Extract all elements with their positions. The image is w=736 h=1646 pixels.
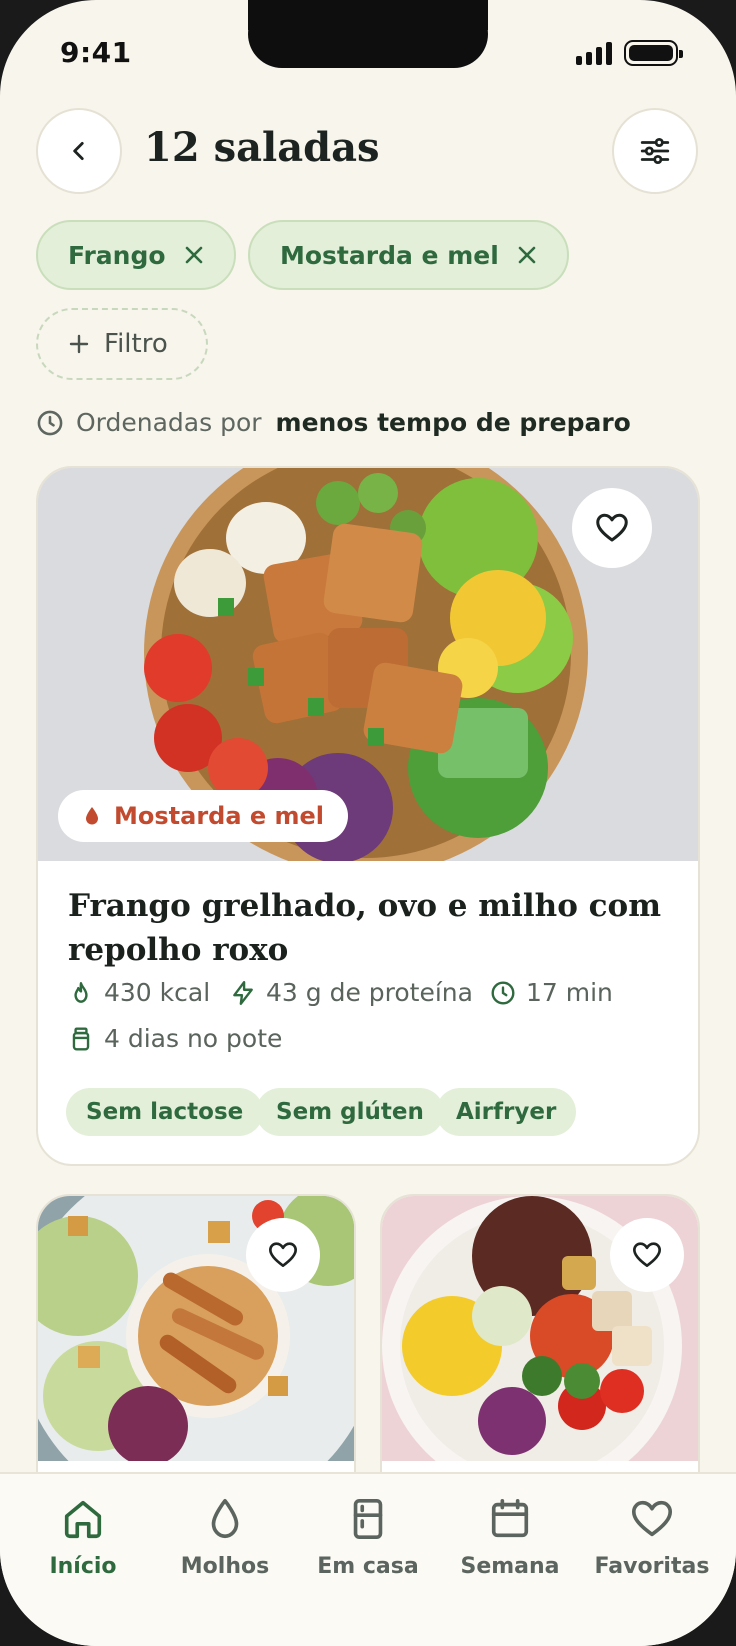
sliders-icon bbox=[640, 137, 670, 165]
heart-icon bbox=[596, 513, 628, 542]
bottom-tab-bar: Início Molhos Em casa Semana Favoritas bbox=[0, 1472, 736, 1646]
calories-value: 430 kcal bbox=[104, 978, 211, 1007]
recipe-title: Frango grelhado, ovo e milho com repolho… bbox=[68, 888, 662, 968]
tab-molhos[interactable]: Molhos bbox=[155, 1496, 295, 1579]
filter-chip-mostarda-e-mel[interactable]: Mostarda e mel bbox=[248, 220, 569, 290]
drop-icon bbox=[86, 807, 98, 825]
chevron-left-icon bbox=[73, 142, 84, 160]
recipe-card[interactable] bbox=[380, 1194, 700, 1494]
tab-em-casa[interactable]: Em casa bbox=[298, 1496, 438, 1579]
filter-chip-label: Frango bbox=[68, 240, 166, 270]
favorite-button[interactable] bbox=[572, 488, 652, 568]
recipe-card-featured[interactable]: Mostarda e mel Frango grelhado, ovo e mi… bbox=[36, 466, 700, 1166]
close-icon[interactable] bbox=[517, 245, 537, 265]
clock-icon bbox=[37, 410, 63, 435]
home-icon bbox=[64, 1500, 102, 1539]
tag-sem-gluten[interactable]: Sem glúten bbox=[256, 1088, 444, 1136]
fridge-icon bbox=[353, 1498, 383, 1540]
favorite-button[interactable] bbox=[610, 1218, 684, 1292]
drop-icon bbox=[211, 1498, 239, 1539]
tab-label: Favoritas bbox=[594, 1554, 710, 1579]
filter-chip-frango[interactable]: Frango bbox=[36, 220, 236, 290]
sort-prefix: Ordenadas por bbox=[76, 408, 262, 437]
dynamic-island bbox=[248, 0, 488, 68]
add-filter-label: Filtro bbox=[104, 329, 168, 359]
close-icon[interactable] bbox=[184, 245, 204, 265]
protein-meta: 43 g de proteína bbox=[230, 978, 473, 1007]
shelf-life-meta: 4 dias no pote bbox=[68, 1024, 282, 1053]
sort-value: menos tempo de preparo bbox=[275, 408, 631, 437]
sauce-badge-label: Mostarda e mel bbox=[114, 802, 325, 830]
tag-sem-lactose[interactable]: Sem lactose bbox=[66, 1088, 264, 1136]
tab-favoritas[interactable]: Favoritas bbox=[582, 1496, 722, 1579]
sort-indicator[interactable]: Ordenadas por menos tempo de preparo bbox=[36, 408, 631, 437]
page-title: 12 saladas bbox=[144, 124, 380, 171]
tag-airfryer[interactable]: Airfryer bbox=[436, 1088, 577, 1136]
time-value: 17 min bbox=[526, 978, 613, 1007]
tab-label: Semana bbox=[460, 1554, 560, 1579]
heart-icon bbox=[633, 1242, 661, 1267]
settings-filter-button[interactable] bbox=[612, 108, 698, 194]
tab-label: Início bbox=[49, 1554, 117, 1579]
plus-icon bbox=[69, 334, 89, 354]
recipe-card[interactable] bbox=[36, 1194, 356, 1494]
battery-icon bbox=[624, 40, 683, 66]
tab-semana[interactable]: Semana bbox=[440, 1496, 580, 1579]
add-filter-button[interactable]: Filtro bbox=[36, 308, 208, 380]
filter-chip-label: Mostarda e mel bbox=[280, 240, 499, 270]
signal-icon bbox=[576, 41, 612, 65]
tab-label: Molhos bbox=[180, 1554, 270, 1579]
tab-label: Em casa bbox=[317, 1554, 419, 1579]
sauce-badge: Mostarda e mel bbox=[58, 790, 349, 842]
protein-value: 43 g de proteína bbox=[266, 978, 473, 1007]
status-icons bbox=[576, 40, 683, 66]
time-meta: 17 min bbox=[490, 978, 613, 1007]
status-time: 9:41 bbox=[60, 36, 132, 69]
phone-screen: 9:41 12 saladas Frango Mostarda e mel Fi… bbox=[0, 0, 736, 1646]
flame-icon bbox=[74, 981, 88, 1003]
jar-icon bbox=[72, 1027, 90, 1050]
tab-inicio[interactable]: Início bbox=[13, 1496, 153, 1579]
recipe-photo: Mostarda e mel bbox=[38, 468, 698, 861]
clock-icon bbox=[491, 981, 515, 1004]
calories-meta: 430 kcal bbox=[68, 978, 210, 1007]
shelf-life-value: 4 dias no pote bbox=[104, 1024, 283, 1053]
favorite-button[interactable] bbox=[246, 1218, 320, 1292]
bolt-icon bbox=[233, 980, 253, 1005]
heart-icon bbox=[269, 1242, 297, 1267]
heart-icon bbox=[631, 1500, 673, 1537]
calendar-icon bbox=[491, 1498, 529, 1538]
back-button[interactable] bbox=[36, 108, 122, 194]
